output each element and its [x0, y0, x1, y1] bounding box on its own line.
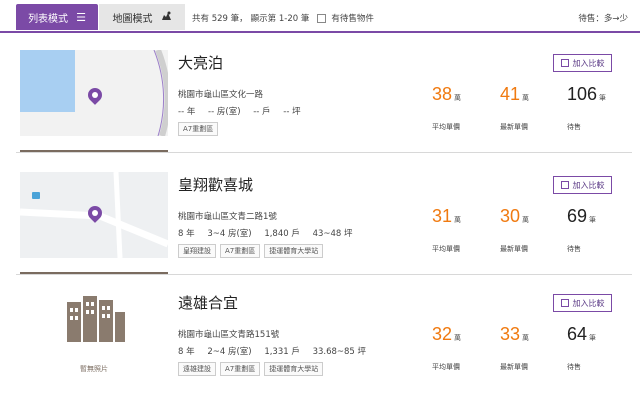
summary-separator: ， — [239, 14, 248, 24]
latest-price-value: 30 — [500, 206, 521, 226]
latest-price: 30 萬 最新單價 — [500, 206, 530, 253]
latest-price-unit: 萬 — [522, 216, 530, 224]
latest-price-label: 最新單價 — [500, 363, 528, 371]
summary-range: 顯示第 1-20 筆 — [250, 14, 310, 24]
avg-price-unit: 萬 — [454, 334, 462, 342]
map-thumbnail[interactable] — [20, 50, 168, 136]
unsold-checkbox[interactable] — [317, 13, 327, 23]
map-thumbnail[interactable] — [20, 172, 168, 258]
avg-price-value: 32 — [432, 324, 453, 344]
spec-units: 1,331 戶 — [264, 347, 300, 357]
compare-checkbox[interactable] — [560, 299, 569, 307]
spec-age: 8 年 — [178, 347, 195, 357]
spec-area: 43~48 坪 — [312, 229, 353, 239]
listing-specs: 8 年 2~4 房(室) 1,331 戶 33.68~85 坪 — [178, 345, 376, 357]
spec-rooms: 2~4 房(室) — [207, 347, 252, 357]
listing-address: 桃園市龜山區文化一路 — [178, 90, 264, 100]
summary-total: 共有 529 筆 — [192, 14, 240, 24]
for-sale-label: 待售 — [567, 123, 581, 131]
compare-label: 加入比較 — [572, 180, 605, 190]
for-sale-unit: 筆 — [589, 334, 597, 342]
tag[interactable]: 皇翔建設 — [178, 244, 216, 258]
listing-tags: 皇翔建設 A7重劃區 捷運體育大學站 — [178, 244, 327, 258]
latest-price-value: 33 — [500, 324, 521, 344]
for-sale-label: 待售 — [567, 245, 581, 253]
compare-label: 加入比較 — [572, 298, 605, 308]
listing-address: 桃園市龜山區文青二路1號 — [178, 212, 277, 222]
no-photo-thumbnail[interactable]: 暫無照片 — [20, 290, 168, 376]
add-compare-button[interactable]: 加入比較 — [553, 176, 612, 194]
latest-price-unit: 萬 — [522, 94, 530, 102]
spec-rooms: 3~4 房(室) — [207, 229, 252, 239]
map-mode-tab[interactable]: 地圖模式 — [99, 4, 185, 30]
tag[interactable]: 捷運體育大學站 — [264, 362, 324, 376]
spec-age: 8 年 — [178, 229, 195, 239]
row-divider — [16, 152, 632, 153]
spec-area: -- 坪 — [283, 107, 301, 117]
listing-specs: 8 年 3~4 房(室) 1,840 戶 43~48 坪 — [178, 227, 363, 239]
avg-price: 31 萬 平均單價 — [432, 206, 462, 253]
tag[interactable]: A7重劃區 — [178, 122, 219, 136]
avg-price: 32 萬 平均單價 — [432, 324, 462, 371]
sort-dropdown[interactable]: 待售：多→少 — [578, 12, 628, 24]
avg-price-unit: 萬 — [454, 94, 462, 102]
add-compare-button[interactable]: 加入比較 — [553, 294, 612, 312]
for-sale-count: 106 筆 待售 — [567, 84, 607, 131]
avg-price: 38 萬 平均單價 — [432, 84, 462, 131]
for-sale-label: 待售 — [567, 363, 581, 371]
for-sale-value: 106 — [567, 84, 598, 104]
building-icon — [67, 296, 125, 342]
for-sale-unit: 筆 — [599, 94, 607, 102]
latest-price-label: 最新單價 — [500, 123, 528, 131]
compare-checkbox[interactable] — [560, 181, 569, 189]
list-mode-label: 列表模式 — [28, 13, 69, 25]
list-icon: ☰ — [76, 10, 86, 24]
latest-price-unit: 萬 — [522, 334, 530, 342]
for-sale-value: 69 — [567, 206, 588, 226]
avg-price-label: 平均單價 — [432, 363, 460, 371]
latest-price: 33 萬 最新單價 — [500, 324, 530, 371]
listing-tags: 遠雄建設 A7重劃區 捷運體育大學站 — [178, 362, 327, 376]
add-compare-button[interactable]: 加入比較 — [553, 54, 612, 72]
compare-checkbox[interactable] — [560, 59, 569, 67]
for-sale-unit: 筆 — [589, 216, 597, 224]
tag[interactable]: 捷運體育大學站 — [264, 244, 324, 258]
tag[interactable]: A7重劃區 — [220, 244, 261, 258]
latest-price-label: 最新單價 — [500, 245, 528, 253]
unsold-label[interactable]: 有待售物件 — [331, 12, 374, 24]
listing-title[interactable]: 大亮泊 — [178, 52, 223, 73]
tag[interactable]: 遠雄建設 — [178, 362, 216, 376]
row-divider — [16, 274, 632, 275]
listing-specs: -- 年 -- 房(室) -- 戶 -- 坪 — [178, 105, 311, 117]
map-icon — [161, 11, 172, 24]
spec-age: -- 年 — [178, 107, 196, 117]
spec-units: -- 戶 — [253, 107, 271, 117]
avg-price-label: 平均單價 — [432, 245, 460, 253]
listing-title[interactable]: 遠雄合宜 — [178, 292, 238, 313]
avg-price-value: 38 — [432, 84, 453, 104]
map-mode-label: 地圖模式 — [112, 13, 153, 25]
latest-price-value: 41 — [500, 84, 521, 104]
listing-title[interactable]: 皇翔歡喜城 — [178, 174, 253, 195]
spec-rooms: -- 房(室) — [208, 107, 241, 117]
compare-label: 加入比較 — [572, 58, 605, 68]
spec-area: 33.68~85 坪 — [312, 347, 367, 357]
avg-price-value: 31 — [432, 206, 453, 226]
avg-price-label: 平均單價 — [432, 123, 460, 131]
for-sale-value: 64 — [567, 324, 588, 344]
tag[interactable]: A7重劃區 — [220, 362, 261, 376]
no-photo-label: 暫無照片 — [80, 365, 108, 373]
listing-tags: A7重劃區 — [178, 122, 222, 136]
avg-price-unit: 萬 — [454, 216, 462, 224]
for-sale-count: 64 筆 待售 — [567, 324, 597, 371]
listing-address: 桃園市龜山區文青路151號 — [178, 330, 280, 340]
list-mode-tab[interactable]: 列表模式 ☰ — [16, 4, 98, 30]
result-summary: 共有 529 筆 ， 顯示第 1-20 筆 有待售物件 — [192, 12, 374, 24]
spec-units: 1,840 戶 — [264, 229, 300, 239]
view-toolbar: 列表模式 ☰ 地圖模式 共有 529 筆 ， 顯示第 1-20 筆 有待售物件 … — [0, 0, 640, 33]
latest-price: 41 萬 最新單價 — [500, 84, 530, 131]
for-sale-count: 69 筆 待售 — [567, 206, 597, 253]
